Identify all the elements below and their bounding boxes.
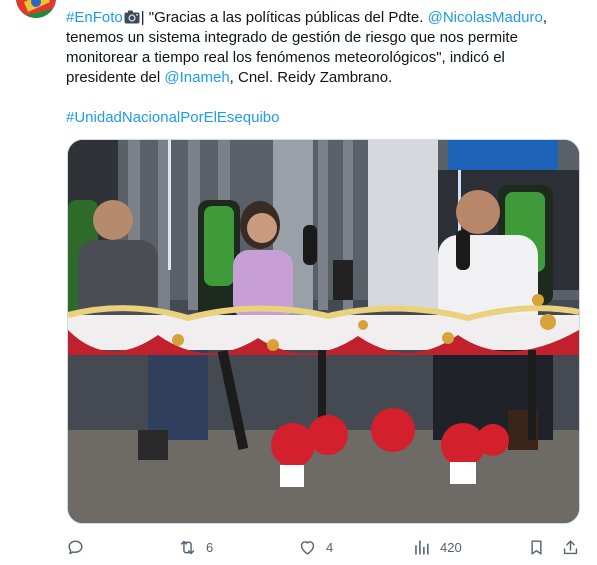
tweet-text-part1: | "Gracias a las políticas públicas del … — [140, 9, 428, 26]
camera-emoji-icon — [124, 10, 140, 24]
share-upload-icon — [563, 539, 578, 554]
reply-button[interactable] — [66, 532, 94, 562]
bookmark-button[interactable] — [527, 532, 546, 562]
mention-nicolasmaduro-link[interactable]: @NicolasMaduro — [428, 9, 543, 26]
tweet-actions-bar: 6 4 420 — [60, 532, 585, 562]
like-button[interactable]: 4 — [298, 532, 333, 562]
views-count: 420 — [440, 539, 462, 555]
retweet-count: 6 — [206, 539, 214, 555]
tweet-text: #EnFoto | "Gracias a las políticas públi… — [66, 8, 571, 128]
share-button[interactable] — [561, 532, 580, 562]
tweet-photo[interactable] — [67, 139, 580, 524]
speech-bubble-icon — [68, 539, 83, 554]
hashtag-unidadnacionalporelesequibo-link[interactable]: #UnidadNacionalPorElEsequibo — [66, 109, 279, 126]
like-count: 4 — [326, 539, 334, 555]
retweet-arrows-icon — [180, 540, 195, 554]
tweet-card: #EnFoto | "Gracias a las políticas públi… — [0, 0, 597, 565]
bar-chart-icon — [415, 539, 429, 555]
avatar[interactable] — [16, 0, 56, 18]
avatar-logo-icon — [16, 0, 56, 18]
mention-inameh-link[interactable]: @Inameh — [164, 69, 229, 86]
tweet-text-part3: , Cnel. Reidy Zambrano. — [229, 69, 393, 86]
heart-icon — [300, 540, 315, 555]
retweet-button[interactable]: 6 — [178, 532, 213, 562]
bookmark-icon — [531, 539, 542, 555]
radio-studio-photo — [68, 140, 579, 523]
hashtag-enfoto-link[interactable]: #EnFoto — [66, 9, 123, 26]
views-button[interactable]: 420 — [412, 532, 462, 562]
